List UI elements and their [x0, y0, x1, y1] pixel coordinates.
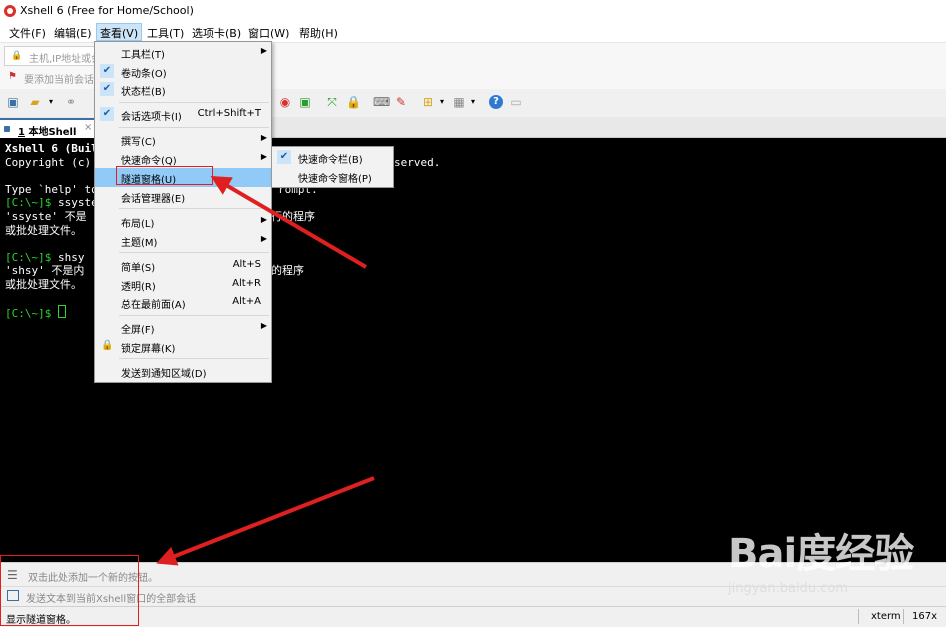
- arrow-to-tunnel-menu: [210, 175, 368, 269]
- arrow-to-bottom-bars: [156, 476, 375, 566]
- annotation-arrows: [156, 175, 375, 566]
